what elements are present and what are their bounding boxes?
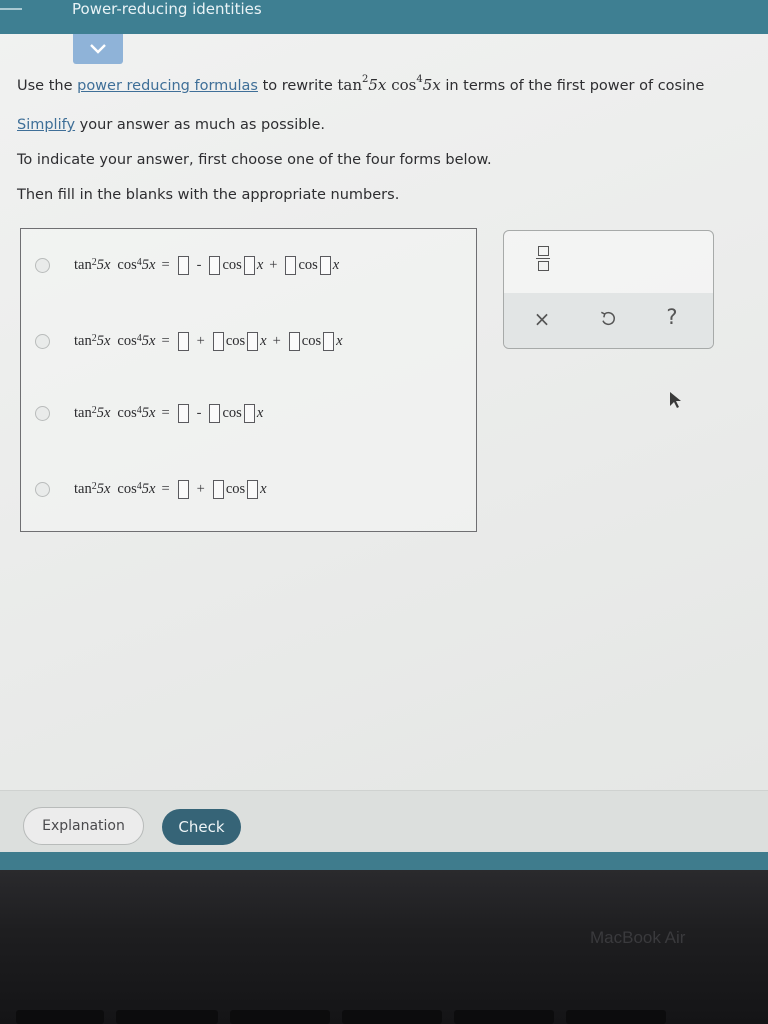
answer-option-4[interactable]: tan 2 5x cos 4 5x = + cos x [35, 477, 267, 501]
radio-button[interactable] [35, 481, 50, 497]
keyboard-key [230, 1010, 330, 1024]
answer-blank[interactable] [247, 331, 259, 351]
answer-option-2[interactable]: tan 2 5x cos 4 5x = + cos x + cos x [35, 329, 343, 353]
power-reducing-formulas-link[interactable]: power reducing formulas [77, 78, 258, 94]
cursor-icon [670, 392, 681, 408]
answer-blank[interactable] [247, 479, 259, 499]
answer-option-1[interactable]: tan 2 5x cos 4 5x = - cos x + cos x [35, 253, 339, 277]
answer-blank[interactable] [177, 403, 189, 423]
form-equation: tan 2 5x cos 4 5x = - cos x + cos x [74, 255, 340, 275]
question-line: Use the power reducing formulas to rewri… [17, 74, 705, 95]
question-tail: in terms of the first power of cosine [445, 78, 705, 94]
explanation-button[interactable]: Explanation [23, 807, 144, 845]
answer-blank[interactable] [212, 331, 224, 351]
answer-blank[interactable] [177, 479, 189, 499]
question-after-link: to rewrite [262, 78, 333, 94]
undo-icon[interactable] [596, 307, 620, 331]
check-button[interactable]: Check [162, 809, 241, 845]
simplify-link[interactable]: Simplify [17, 117, 75, 133]
answer-blank[interactable] [209, 403, 221, 423]
answer-forms-box: tan 2 5x cos 4 5x = - cos x + cos x tan 2 5x cos 4 5… [20, 228, 477, 532]
simplify-text: your answer as much as possible. [79, 117, 326, 133]
answer-blank[interactable] [288, 331, 300, 351]
form-equation: tan 2 5x cos 4 5x = + cos x [74, 479, 267, 499]
keyboard-key [342, 1010, 442, 1024]
menu-icon[interactable] [0, 8, 22, 10]
help-icon[interactable]: ? [660, 304, 684, 330]
answer-blank[interactable] [319, 255, 331, 275]
chevron-down-icon [90, 44, 106, 54]
answer-blank[interactable] [212, 479, 224, 499]
laptop-bezel: MacBook Air [0, 870, 768, 1024]
screen: Power-reducing identities Use the power … [0, 0, 768, 870]
keyboard-key [16, 1010, 104, 1024]
answer-blank[interactable] [177, 331, 189, 351]
instruction-text: To indicate your answer, first choose on… [17, 152, 492, 168]
fraction-icon[interactable] [534, 243, 552, 273]
answer-blank[interactable] [177, 255, 189, 275]
clear-icon[interactable]: × [530, 307, 554, 331]
collapse-button[interactable] [73, 34, 123, 64]
answer-blank[interactable] [323, 331, 335, 351]
toolbox-actions: × ? [504, 293, 713, 348]
form-equation: tan 2 5x cos 4 5x = + cos x + cos x [74, 331, 343, 351]
keyboard-key [566, 1010, 666, 1024]
keyboard-key [454, 1010, 554, 1024]
form-equation: tan 2 5x cos 4 5x = - cos x [74, 403, 264, 423]
radio-button[interactable] [35, 405, 50, 421]
math-toolbox: × ? [503, 230, 714, 349]
bottom-strip [0, 852, 768, 870]
answer-blank[interactable] [285, 255, 297, 275]
answer-blank[interactable] [243, 255, 255, 275]
radio-button[interactable] [35, 333, 50, 349]
question-intro: Use the [17, 78, 73, 94]
radio-button[interactable] [35, 257, 50, 273]
question-expression: tan25x cos45x [337, 74, 441, 95]
top-bar: Power-reducing identities [0, 0, 768, 34]
page-title: Power-reducing identities [72, 0, 262, 18]
answer-blank[interactable] [209, 255, 221, 275]
keyboard-key [116, 1010, 218, 1024]
simplify-line: Simplify your answer as much as possible… [17, 117, 325, 133]
instruction-text-2: Then fill in the blanks with the appropr… [17, 187, 400, 203]
answer-option-3[interactable]: tan 2 5x cos 4 5x = - cos x [35, 401, 263, 425]
laptop-brand: MacBook Air [590, 928, 686, 947]
answer-blank[interactable] [243, 403, 255, 423]
